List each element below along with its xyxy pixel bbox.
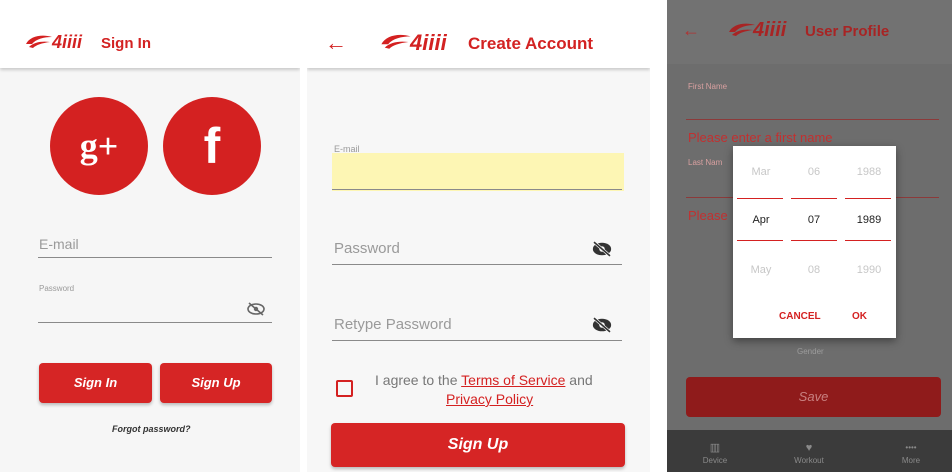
heart-icon: ♥	[805, 442, 813, 454]
picker-line	[737, 198, 783, 199]
more-icon: ••••	[905, 443, 917, 452]
email-field[interactable]: E-mail	[39, 236, 79, 252]
brand-logo-mark-icon	[26, 35, 52, 48]
page-title: Sign In	[101, 35, 151, 52]
last-name-label: Last Nam	[688, 158, 723, 167]
first-name-error: Please enter a first name	[688, 130, 833, 145]
email-field[interactable]	[332, 153, 624, 191]
back-arrow-icon[interactable]: ←	[682, 20, 700, 41]
retype-password-field[interactable]: Retype Password	[334, 316, 452, 333]
agree-text-line2: Privacy Policy	[446, 389, 533, 409]
cancel-button[interactable]: CANCEL	[779, 311, 821, 322]
forgot-password-link[interactable]: Forgot password?	[112, 424, 191, 434]
device-icon: ▥	[709, 442, 721, 454]
picker-line	[845, 198, 891, 199]
nav-more[interactable]: •••• More	[881, 440, 941, 465]
day-prev[interactable]: 06	[791, 166, 837, 178]
brand-logo: 4iiii	[52, 32, 83, 52]
password-underline	[332, 264, 622, 265]
brand-logo: 4iiii	[410, 30, 447, 55]
email-underline	[38, 257, 272, 258]
ok-button[interactable]: OK	[852, 311, 867, 322]
first-name-label: First Name	[688, 82, 728, 91]
nav-label: More	[901, 456, 921, 465]
email-underline	[332, 189, 622, 190]
facebook-button[interactable]: f	[163, 97, 261, 195]
year-selected[interactable]: 1989	[846, 214, 892, 226]
signup-button[interactable]: Sign Up	[331, 423, 625, 467]
picker-line	[791, 240, 837, 241]
password-field[interactable]	[38, 322, 272, 323]
bottom-nav: ▥ Device ♥ Workout •••• More	[667, 430, 952, 472]
terms-link[interactable]: Terms of Service	[461, 372, 565, 388]
month-next[interactable]: May	[738, 264, 784, 276]
picker-line	[791, 198, 837, 199]
privacy-link[interactable]: Privacy Policy	[446, 391, 533, 407]
month-prev[interactable]: Mar	[738, 166, 784, 178]
page-title: User Profile	[805, 23, 890, 40]
back-arrow-icon[interactable]: ←	[325, 30, 347, 56]
facebook-icon: f	[203, 118, 221, 174]
agree-and: and	[569, 372, 593, 388]
visibility-off-icon[interactable]	[591, 241, 613, 257]
nav-label: Workout	[794, 456, 824, 465]
signin-screen: 4iiii Sign In g+ f E-mail Password Sign …	[0, 0, 300, 472]
nav-device[interactable]: ▥ Device	[685, 440, 745, 465]
save-button[interactable]: Save	[686, 377, 941, 417]
google-plus-icon: g+	[79, 126, 119, 166]
agree-prefix: I agree to the	[375, 372, 458, 388]
password-label: Password	[39, 284, 75, 293]
brand-logo: 4iiii	[753, 19, 787, 41]
day-selected[interactable]: 07	[791, 214, 837, 226]
nav-label: Device	[702, 456, 728, 465]
create-account-screen: ← 4iiii Create Account E-mail Password R…	[307, 0, 650, 472]
day-next[interactable]: 08	[791, 264, 837, 276]
month-selected[interactable]: Apr	[738, 214, 784, 226]
gender-label: Gender	[797, 347, 824, 356]
password-field[interactable]: Password	[334, 240, 400, 257]
google-plus-button[interactable]: g+	[50, 97, 148, 195]
agree-text: I agree to the Terms of Service and	[375, 370, 625, 390]
brand-logo-mark-icon	[381, 34, 411, 49]
last-name-error: Please	[688, 208, 728, 223]
signin-appbar: 4iiii Sign In	[0, 0, 300, 68]
email-label: E-mail	[334, 144, 360, 154]
first-name-underline	[686, 119, 939, 120]
date-picker-dialog: Mar 06 1988 Apr 07 1989 May 08 1990 CANC…	[733, 146, 896, 338]
page-title: Create Account	[468, 34, 594, 53]
visibility-off-icon[interactable]	[591, 317, 613, 333]
nav-workout[interactable]: ♥ Workout	[779, 440, 839, 465]
year-next[interactable]: 1990	[846, 264, 892, 276]
picker-line	[845, 240, 891, 241]
signin-button[interactable]: Sign In	[39, 363, 152, 403]
signup-button[interactable]: Sign Up	[160, 363, 272, 403]
visibility-off-icon[interactable]	[247, 302, 265, 316]
year-prev[interactable]: 1988	[846, 166, 892, 178]
agree-checkbox[interactable]	[336, 380, 353, 397]
create-appbar: ← 4iiii Create Account	[307, 0, 650, 68]
picker-line	[737, 240, 783, 241]
profile-appbar: ← 4iiii User Profile	[667, 0, 952, 64]
retype-underline	[332, 340, 622, 341]
